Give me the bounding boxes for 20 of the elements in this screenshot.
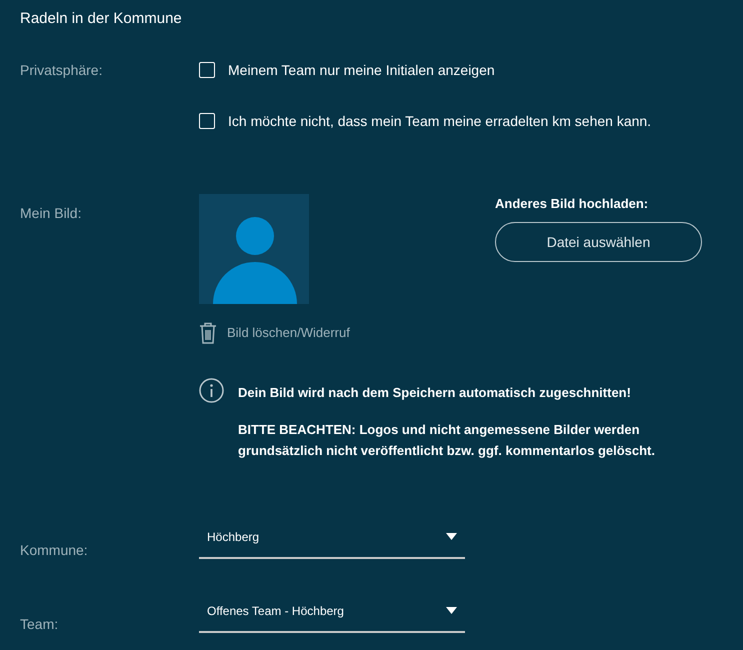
- field-label: Mein Bild:: [20, 204, 82, 223]
- trash-icon[interactable]: [199, 322, 217, 344]
- page-title: Radeln in der Kommune: [20, 9, 183, 29]
- field-label: Privatsphäre:: [20, 61, 104, 80]
- field-label: Kommune:: [20, 541, 89, 559]
- dropdown[interactable]: Höchberg: [199, 519, 465, 559]
- checkbox[interactable]: [199, 113, 215, 129]
- warning-text: BITTE BEACHTEN: Logos und nicht angemessene Bilder werden grundsätzlich nicht veröffentlicht bzw. ggf. kommentarlos gelöscht.: [238, 421, 656, 460]
- checkbox-label: Meinem Team nur meine Initialen anzeigen: [228, 61, 495, 79]
- upload-label: Anderes Bild hochladen:: [495, 196, 650, 212]
- checkbox-label: Ich möchte nicht, dass mein Team meine erradelten km sehen kann.: [228, 112, 652, 130]
- caret-icon: [446, 533, 457, 541]
- dropdown[interactable]: Offenes Team - Höchberg: [199, 593, 465, 633]
- file-select-button[interactable]: Datei auswählen: [495, 222, 702, 262]
- checkbox[interactable]: [199, 62, 215, 78]
- notice-text: Dein Bild wird nach dem Speichern automatisch zugeschnitten!: [238, 384, 632, 402]
- field-label: Team:: [20, 615, 60, 633]
- info-icon: [199, 378, 224, 403]
- delete-link[interactable]: Bild löschen/Widerruf: [227, 323, 350, 343]
- caret-icon: [446, 607, 457, 615]
